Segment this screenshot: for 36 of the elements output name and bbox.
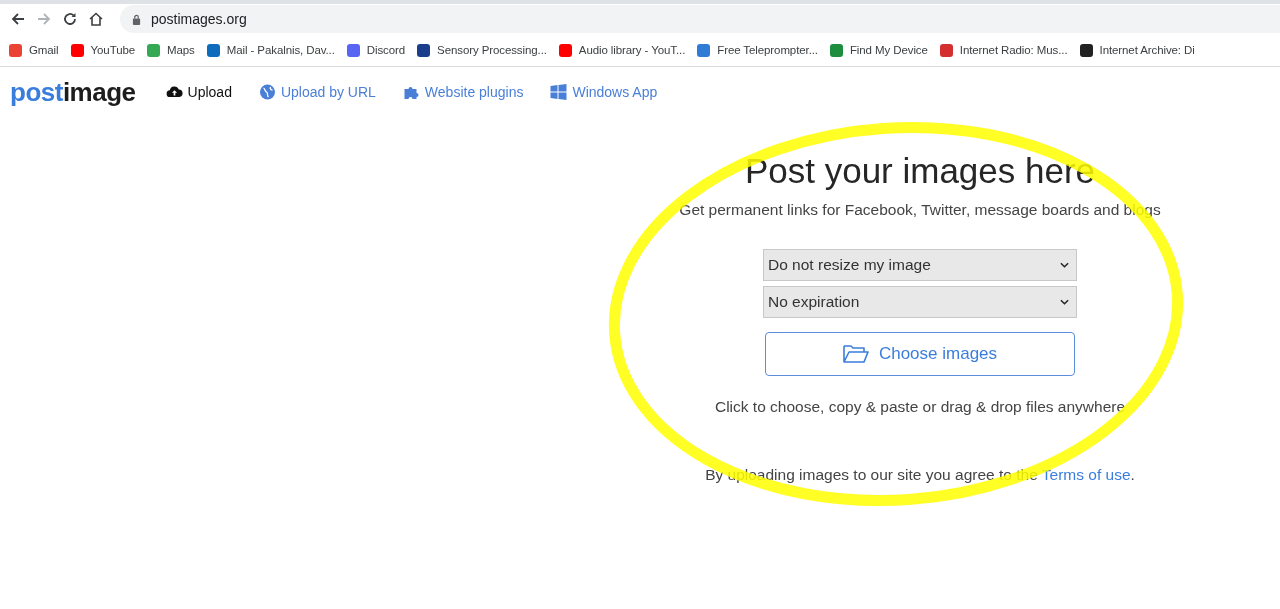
bookmark-link[interactable]: Free Teleprompter... <box>717 44 818 56</box>
windows-logo-icon[interactable] <box>550 84 568 100</box>
chevron-down-icon <box>1060 262 1069 268</box>
nav-link[interactable]: Upload by URL <box>280 84 376 100</box>
lock-icon <box>132 13 141 25</box>
home-icon[interactable] <box>88 11 104 27</box>
chevron-down-icon <box>1060 299 1069 305</box>
bookmark-link[interactable]: Discord <box>366 44 406 56</box>
bookmark-link[interactable]: Find My Device <box>849 44 928 56</box>
logo-link[interactable]: postimage <box>10 76 136 108</box>
choose-images-button[interactable]: Choose images <box>765 332 1075 376</box>
folder-icon <box>842 344 869 364</box>
bookmark-link[interactable]: Audio library - YouT... <box>578 44 686 56</box>
bookmark-link[interactable]: Gmail <box>29 44 59 56</box>
puzzle-piece-icon[interactable] <box>402 84 420 100</box>
bookmark-favicon-icon[interactable] <box>1079 43 1093 57</box>
nav-link[interactable]: Windows App <box>572 84 658 100</box>
resize-dropdown[interactable]: Do not resize my image <box>763 249 1077 281</box>
bookmark-link[interactable]: Internet Radio: Mus... <box>959 44 1068 56</box>
globe-icon[interactable] <box>258 84 276 100</box>
expiration-dropdown[interactable]: No expiration <box>763 286 1077 318</box>
back-icon[interactable] <box>10 11 26 27</box>
address-text: postimages.org <box>151 11 247 27</box>
bookmark-favicon-icon[interactable] <box>417 43 431 57</box>
bookmark-link[interactable]: Mail - Pakalnis, Dav... <box>226 44 335 56</box>
bookmark-link[interactable]: Internet Archive: Di <box>1099 44 1195 56</box>
nav-link[interactable]: Website plugins <box>424 84 524 100</box>
nav-link[interactable]: Upload <box>187 84 232 100</box>
cloud-upload-icon[interactable] <box>165 84 183 100</box>
bookmark-link[interactable]: YouTube <box>90 44 136 56</box>
bookmark-link[interactable]: Maps <box>167 44 195 56</box>
bookmark-link[interactable]: Sensory Processing... <box>437 44 547 56</box>
reload-icon[interactable] <box>62 11 78 27</box>
hint-text: Click to choose, copy & paste or drag & drop files anywhere <box>714 398 1126 416</box>
address-bar[interactable]: postimages.org <box>120 5 1280 33</box>
terms-link[interactable]: Terms of use <box>1041 466 1131 483</box>
